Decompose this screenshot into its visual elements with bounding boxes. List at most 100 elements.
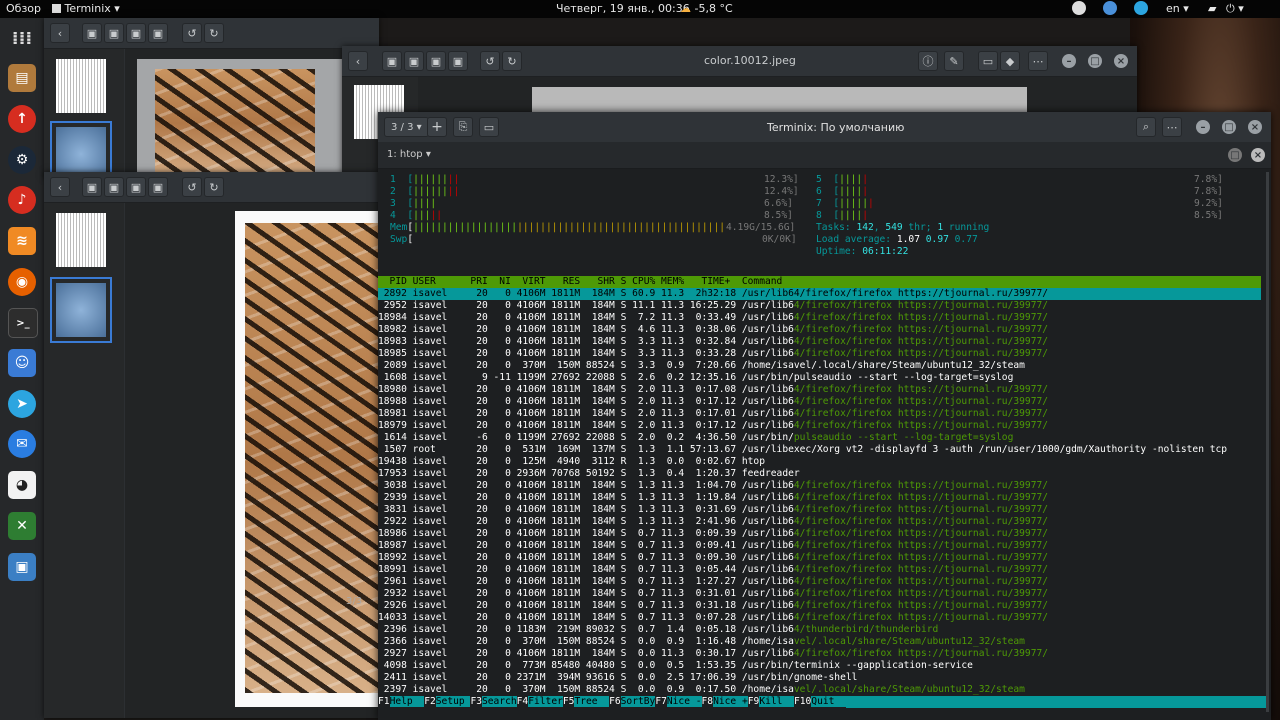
more-button[interactable]: ⋯ [1028,51,1048,71]
firefox-icon[interactable]: ◉ [8,268,36,296]
fullscreen-button[interactable]: ▣ [448,51,468,71]
fkey-label[interactable]: Tree [574,696,610,707]
process-row[interactable]: 1507 root 20 0 531M 169M 137M S 1.3 1.1 … [378,444,1227,456]
edit-button[interactable]: ✎ [944,51,964,71]
browser-tray-icon[interactable] [1103,1,1117,15]
back-button[interactable]: ‹ [50,177,70,197]
process-row[interactable]: 18979 isavel 20 0 4106M 1811M 184M S 2.0… [378,420,1048,432]
terminal-icon[interactable]: >_ [8,308,38,338]
process-row[interactable]: 18991 isavel 20 0 4106M 1811M 184M S 0.7… [378,564,1048,576]
update-icon[interactable]: ↑ [8,105,36,133]
network-icon[interactable]: ▰ [1208,2,1216,15]
overview-button[interactable]: ▭ [479,117,499,137]
zoom-button[interactable]: ▣ [404,51,424,71]
fullscreen-button[interactable]: ▣ [148,177,168,197]
fit-button[interactable]: ▣ [82,177,102,197]
fkey-f2[interactable]: F2 [424,696,436,707]
close-button[interactable]: × [1248,120,1262,134]
process-row[interactable]: 18982 isavel 20 0 4106M 1811M 184M S 4.6… [378,324,1048,336]
process-row[interactable]: 2932 isavel 20 0 4106M 1811M 184M S 0.7 … [378,588,1048,600]
add-session-button[interactable]: + [427,117,447,137]
fkey-label[interactable]: Filter [528,696,563,707]
process-row[interactable]: 2366 isavel 20 0 370M 150M 88524 S 0.0 0… [378,636,1025,648]
process-row[interactable]: 4098 isavel 20 0 773M 85480 40480 S 0.0 … [378,660,973,672]
process-row[interactable]: 2396 isavel 20 0 1183M 219M 89032 S 0.7 … [378,624,939,636]
zoom-out-button[interactable]: ▣ [126,177,146,197]
app-menu[interactable]: Terminix ▾ [52,2,120,15]
rotate-right-button[interactable]: ↻ [204,23,224,43]
process-row[interactable]: 2397 isavel 20 0 370M 150M 88524 S 0.0 0… [378,684,1025,696]
archive-manager-icon[interactable]: ▤ [8,64,36,92]
process-row[interactable]: 19438 isavel 20 0 125M 4940 3112 R 1.3 0… [378,456,765,468]
fkey-f6[interactable]: F6 [609,696,621,707]
back-button[interactable]: ‹ [50,23,70,43]
fkey-f8[interactable]: F8 [702,696,714,707]
process-row[interactable]: 2922 isavel 20 0 4106M 1811M 184M S 1.3 … [378,516,1048,528]
thumbnail[interactable] [50,53,112,119]
fkey-f1[interactable]: F1 [378,696,390,707]
process-row[interactable]: 2411 isavel 20 0 2371M 394M 93616 S 0.0 … [378,672,858,684]
maximize-terminal-button[interactable]: □ [1228,148,1242,162]
process-row[interactable]: 2961 isavel 20 0 4106M 1811M 184M S 0.7 … [378,576,1048,588]
process-row[interactable]: 2939 isavel 20 0 4106M 1811M 184M S 1.3 … [378,492,1048,504]
fkey-f9[interactable]: F9 [748,696,760,707]
tag-button[interactable]: ◆ [1000,51,1020,71]
process-row[interactable]: 18980 isavel 20 0 4106M 1811M 184M S 2.0… [378,384,1048,396]
process-row[interactable]: 3038 isavel 20 0 4106M 1811M 184M S 1.3 … [378,480,1048,492]
fkey-label[interactable]: Quit [811,696,846,707]
gimp-icon[interactable]: ◕ [8,471,36,499]
process-row[interactable]: 2926 isavel 20 0 4106M 1811M 184M S 0.7 … [378,600,1048,612]
minimize-button[interactable]: – [1062,54,1076,68]
process-row[interactable]: 18987 isavel 20 0 4106M 1811M 184M S 0.7… [378,540,1048,552]
maximize-button[interactable]: □ [1088,54,1102,68]
terminal-screen[interactable]: 1 [|||||||| 12.3%] 2 [|||||||| 12.4%] 3 [|||… [378,170,1266,720]
process-row[interactable]: 2892 isavel 20 0 4106M 1811M 184M S 60.9… [378,288,1261,300]
weather-widget[interactable]: ☁ -5,8 °C [680,2,733,15]
menu-button[interactable]: ⋯ [1162,117,1182,137]
process-row[interactable]: 18992 isavel 20 0 4106M 1811M 184M S 0.7… [378,552,1048,564]
steam-icon[interactable]: ⚙ [8,146,36,174]
fkey-f3[interactable]: F3 [470,696,482,707]
rotate-left-button[interactable]: ↺ [182,23,202,43]
process-row[interactable]: 2952 isavel 20 0 4106M 1811M 184M S 11.1… [378,300,1048,312]
process-row[interactable]: 18985 isavel 20 0 4106M 1811M 184M S 3.3… [378,348,1048,360]
close-button[interactable]: × [1114,54,1128,68]
show-apps-icon[interactable]: ⁞⁞⁞ [8,24,36,52]
process-row[interactable]: 14033 isavel 20 0 4106M 1811M 184M S 0.7… [378,612,1048,624]
fkey-label[interactable]: Nice + [713,696,748,707]
fit-button[interactable]: ▣ [82,23,102,43]
fkey-label[interactable]: Setup [435,696,471,707]
fkey-label[interactable]: Nice - [666,696,702,707]
info-button[interactable]: ⓘ [918,51,938,71]
search-button[interactable]: ⌕ [1136,117,1156,137]
fkey-label[interactable]: Search [482,696,517,707]
terminal-title-menu[interactable]: 1: htop ▾ [387,149,431,160]
terminal-scrollbar[interactable] [1266,172,1269,712]
zoom-button[interactable]: ▣ [104,177,124,197]
comment-button[interactable]: ▭ [978,51,998,71]
fkey-f4[interactable]: F4 [517,696,529,707]
process-row[interactable]: 18986 isavel 20 0 4106M 1811M 184M S 0.7… [378,528,1048,540]
fkey-f10[interactable]: F10 [794,696,811,707]
fkey-label[interactable]: Kill [759,696,794,707]
rotate-left-button[interactable]: ↺ [182,177,202,197]
process-row[interactable]: 18984 isavel 20 0 4106M 1811M 184M S 7.2… [378,312,1048,324]
power-menu[interactable]: ⏻ ▾ [1226,2,1244,16]
rotate-right-button[interactable]: ↻ [204,177,224,197]
activities-button[interactable]: Обзор [6,2,41,15]
zoom-out-button[interactable]: ▣ [126,23,146,43]
zoom-button[interactable]: ▣ [104,23,124,43]
process-row[interactable]: 3831 isavel 20 0 4106M 1811M 184M S 1.3 … [378,504,1048,516]
rotate-right-button[interactable]: ↻ [502,51,522,71]
minimize-button[interactable]: – [1196,120,1210,134]
process-row[interactable]: 2089 isavel 20 0 370M 150M 88524 S 3.3 0… [378,360,1025,372]
process-table-header[interactable]: PID USER PRI NI VIRT RES SHR S CPU% MEM%… [378,276,1261,288]
tools-icon[interactable]: ✕ [8,512,36,540]
clock[interactable]: Четверг, 19 янв., 00:36 [556,2,690,15]
back-button[interactable]: ‹ [348,51,368,71]
telegram-tray-icon[interactable] [1134,1,1148,15]
fit-button[interactable]: ▣ [382,51,402,71]
file-manager-icon[interactable]: ☺ [8,349,36,377]
fullscreen-button[interactable]: ▣ [148,23,168,43]
process-row[interactable]: 1608 isavel 9 -11 1199M 27692 22088 S 2.… [378,372,1014,384]
